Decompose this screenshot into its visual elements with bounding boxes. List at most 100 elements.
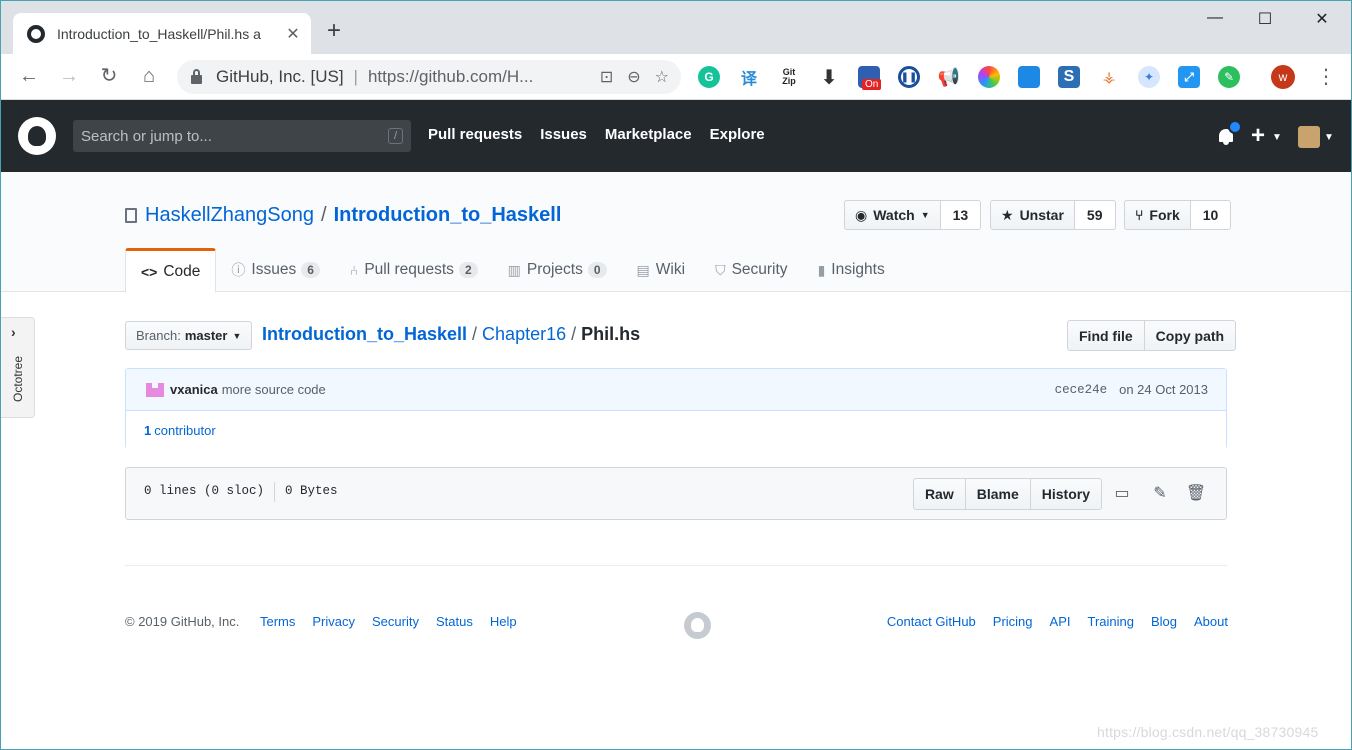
breadcrumb: Introduction_to_Haskell / Chapter16 / Ph… (262, 324, 640, 345)
browser-menu-icon[interactable]: ⋮ (1316, 64, 1336, 89)
desktop-icon[interactable]: ▭ (1113, 484, 1131, 502)
contributors-link[interactable]: 1 contributor (126, 411, 1226, 449)
commit-author-link[interactable]: vxanica (170, 382, 218, 397)
footer-privacy-link[interactable]: Privacy (312, 614, 355, 629)
tab-pull-requests[interactable]: ⑃ Pull requests 2 (335, 248, 493, 292)
close-window-icon[interactable]: ✕ (1312, 9, 1332, 29)
footer-help-link[interactable]: Help (490, 614, 517, 629)
star-count[interactable]: 59 (1074, 200, 1116, 230)
history-button[interactable]: History (1029, 478, 1102, 510)
repo-owner-link[interactable]: HaskellZhangSong (145, 204, 314, 227)
bird-icon[interactable]: ✦ (1138, 66, 1160, 88)
footer-terms-link[interactable]: Terms (260, 614, 295, 629)
user-caret-icon[interactable]: ▼ (1324, 132, 1334, 143)
shield-icon: ⛉ (715, 261, 726, 278)
new-tab-button[interactable]: + (327, 19, 341, 43)
fork-button[interactable]: ⑂ Fork (1124, 200, 1191, 230)
repo-title: HaskellZhangSong / Introduction_to_Haske… (125, 204, 561, 227)
watch-label: Watch (873, 207, 915, 223)
blame-button[interactable]: Blame (964, 478, 1031, 510)
create-new-icon[interactable]: + (1251, 122, 1265, 150)
footer-api-link[interactable]: API (1050, 614, 1071, 629)
breadcrumb-folder-link[interactable]: Chapter16 (482, 324, 566, 345)
star-group: ★ Unstar 59 (990, 200, 1116, 230)
cube-icon[interactable] (1018, 66, 1040, 88)
home-icon[interactable]: ⌂ (137, 64, 161, 88)
breadcrumb-root-link[interactable]: Introduction_to_Haskell (262, 324, 467, 345)
nav-pull-requests[interactable]: Pull requests (428, 126, 522, 143)
resize-icon[interactable]: ⤢ (1178, 66, 1200, 88)
tab-security[interactable]: ⛉ Security (700, 248, 803, 292)
browser-tab[interactable]: Introduction_to_Haskell/Phil.hs a ✕ (13, 13, 311, 55)
footer-security-link[interactable]: Security (372, 614, 419, 629)
translate-icon[interactable]: 译 (738, 66, 760, 88)
minimize-icon[interactable]: — (1205, 9, 1225, 27)
zoom-icon[interactable]: ⊖ (627, 67, 640, 87)
nav-explore[interactable]: Explore (710, 126, 765, 143)
nav-marketplace[interactable]: Marketplace (605, 126, 692, 143)
footer-github-mark-icon[interactable] (684, 612, 711, 639)
find-file-button[interactable]: Find file (1067, 320, 1145, 351)
trash-icon[interactable]: 🗑 (1186, 484, 1206, 502)
megaphone-icon[interactable]: 📢 (938, 66, 960, 88)
commit-message-link[interactable]: more source code (222, 382, 1055, 397)
file-info-divider (274, 482, 276, 502)
photos-icon[interactable] (978, 66, 1000, 88)
watermark: https://blog.csdn.net/qq_38730945 (1097, 724, 1319, 740)
tab-close-icon[interactable]: ✕ (285, 24, 301, 44)
pause-icon[interactable]: ❚❚ (898, 66, 920, 88)
window-frame-left (0, 0, 1, 750)
commit-sha-link[interactable]: cece24e (1055, 383, 1108, 397)
tab-issues[interactable]: ⓘ Issues 6 (216, 248, 335, 292)
omnibox-separator: | (353, 67, 358, 86)
repo-name-link[interactable]: Introduction_to_Haskell (334, 204, 562, 227)
watch-group: ◉ Watch ▼ 13 (844, 200, 982, 230)
pencil-icon[interactable]: ✎ (1151, 484, 1169, 502)
reload-icon[interactable]: ↻ (97, 64, 121, 88)
footer-contact-link[interactable]: Contact GitHub (887, 614, 976, 629)
bookmark-star-icon[interactable]: ☆ (655, 67, 669, 87)
repo-title-separator: / (321, 204, 327, 226)
octotree-toggle[interactable]: › Octotree (1, 317, 35, 418)
forward-icon[interactable]: → (57, 64, 81, 88)
github-logo-icon[interactable] (18, 117, 56, 155)
search-input[interactable] (81, 127, 388, 145)
translate-page-icon[interactable]: ⊡ (600, 67, 613, 87)
tab-code[interactable]: <> Code (125, 248, 217, 293)
user-avatar[interactable] (1298, 126, 1320, 148)
s-icon[interactable]: S (1058, 66, 1080, 88)
evernote-icon[interactable]: ✎ (1218, 66, 1240, 88)
fork-count[interactable]: 10 (1190, 200, 1232, 230)
author-avatar[interactable] (146, 382, 164, 397)
sitemap-icon[interactable]: ⚶ (1098, 66, 1120, 88)
download-icon[interactable]: ⬇ (818, 66, 840, 89)
watch-count[interactable]: 13 (940, 200, 982, 230)
commit-date: on 24 Oct 2013 (1119, 382, 1208, 397)
watch-button[interactable]: ◉ Watch ▼ (844, 200, 941, 230)
grammarly-icon[interactable]: G (698, 66, 720, 88)
footer-pricing-link[interactable]: Pricing (993, 614, 1033, 629)
tab-insights[interactable]: ▮ Insights (803, 248, 900, 292)
nav-issues[interactable]: Issues (540, 126, 587, 143)
create-caret-icon[interactable]: ▼ (1272, 132, 1282, 143)
profile-avatar[interactable]: w (1271, 65, 1295, 89)
unstar-button[interactable]: ★ Unstar (990, 200, 1075, 230)
search-box[interactable]: / (73, 120, 411, 152)
breadcrumb-separator: / (571, 324, 577, 344)
gitzip-icon[interactable]: Git Zip (778, 66, 800, 88)
footer-status-link[interactable]: Status (436, 614, 473, 629)
footer-training-link[interactable]: Training (1088, 614, 1134, 629)
star-icon: ★ (1001, 206, 1014, 223)
tab-wiki[interactable]: ▤ Wiki (622, 248, 701, 292)
maximize-icon[interactable]: ☐ (1255, 9, 1275, 29)
back-icon[interactable]: ← (17, 64, 41, 88)
branch-select[interactable]: Branch: master ▼ (125, 321, 253, 350)
tab-projects[interactable]: ▥ Projects 0 (493, 248, 622, 292)
url-text[interactable]: https://github.com/H... (368, 67, 586, 87)
raw-button[interactable]: Raw (912, 478, 966, 510)
footer-blog-link[interactable]: Blog (1151, 614, 1177, 629)
copy-path-button[interactable]: Copy path (1144, 320, 1237, 351)
address-bar[interactable]: GitHub, Inc. [US] | https://github.com/H… (177, 60, 681, 94)
project-icon: ▥ (507, 261, 521, 278)
footer-about-link[interactable]: About (1194, 614, 1228, 629)
